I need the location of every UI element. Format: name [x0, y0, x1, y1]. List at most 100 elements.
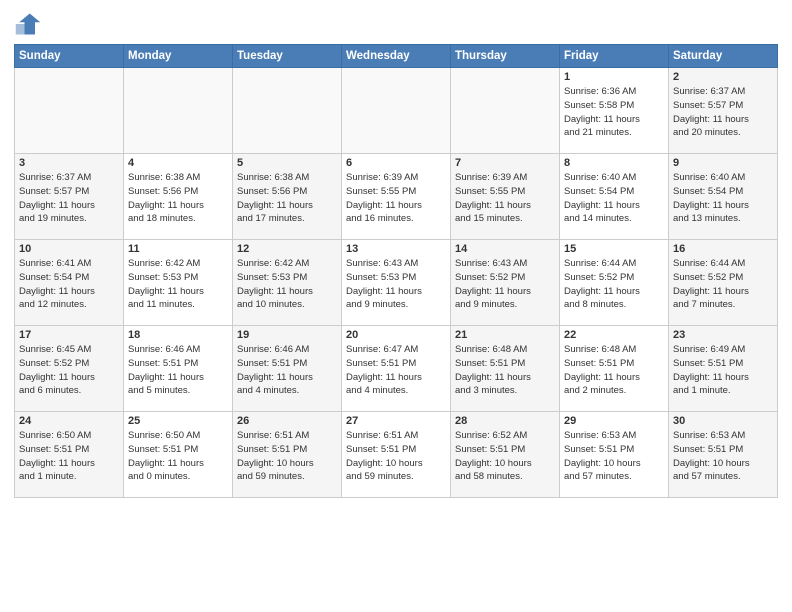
day-cell-30: 30 Sunrise: 6:53 AM Sunset: 5:51 PM Dayli…	[669, 412, 778, 498]
day-number: 27	[346, 415, 446, 427]
day-info: Sunrise: 6:37 AM Sunset: 5:57 PM Dayligh…	[673, 85, 773, 140]
day-number: 5	[237, 157, 337, 169]
day-cell-21: 21 Sunrise: 6:48 AM Sunset: 5:51 PM Dayli…	[451, 326, 560, 412]
day-cell-2: 2 Sunrise: 6:37 AM Sunset: 5:57 PM Daylig…	[669, 68, 778, 154]
calendar: SundayMondayTuesdayWednesdayThursdayFrid…	[14, 44, 778, 498]
weekday-header-sunday: Sunday	[15, 45, 124, 68]
day-info: Sunrise: 6:49 AM Sunset: 5:51 PM Dayligh…	[673, 343, 773, 398]
weekday-header-thursday: Thursday	[451, 45, 560, 68]
day-info: Sunrise: 6:52 AM Sunset: 5:51 PM Dayligh…	[455, 429, 555, 484]
day-info: Sunrise: 6:53 AM Sunset: 5:51 PM Dayligh…	[673, 429, 773, 484]
day-number: 23	[673, 329, 773, 341]
week-row-4: 17Sunrise: 6:45 AM Sunset: 5:52 PM Dayli…	[15, 326, 778, 412]
empty-cell	[342, 68, 451, 154]
day-info: Sunrise: 6:53 AM Sunset: 5:51 PM Dayligh…	[564, 429, 664, 484]
day-number: 16	[673, 243, 773, 255]
day-number: 14	[455, 243, 555, 255]
logo-icon	[14, 10, 42, 38]
week-row-1: 1 Sunrise: 6:36 AM Sunset: 5:58 PM Daylig…	[15, 68, 778, 154]
day-number: 4	[128, 157, 228, 169]
day-number: 20	[346, 329, 446, 341]
day-info: Sunrise: 6:42 AM Sunset: 5:53 PM Dayligh…	[128, 257, 228, 312]
weekday-header-row: SundayMondayTuesdayWednesdayThursdayFrid…	[15, 45, 778, 68]
day-info: Sunrise: 6:43 AM Sunset: 5:52 PM Dayligh…	[455, 257, 555, 312]
day-info: Sunrise: 6:47 AM Sunset: 5:51 PM Dayligh…	[346, 343, 446, 398]
week-row-5: 24 Sunrise: 6:50 AM Sunset: 5:51 PM Dayli…	[15, 412, 778, 498]
day-number: 21	[455, 329, 555, 341]
day-cell-10: 10 Sunrise: 6:41 AM Sunset: 5:54 PM Dayli…	[15, 240, 124, 326]
day-number: 9	[673, 157, 773, 169]
day-info: Sunrise: 6:50 AM Sunset: 5:51 PM Dayligh…	[19, 429, 119, 484]
day-info: Sunrise: 6:38 AM Sunset: 5:56 PM Dayligh…	[237, 171, 337, 226]
week-row-3: 10 Sunrise: 6:41 AM Sunset: 5:54 PM Dayli…	[15, 240, 778, 326]
day-number: 28	[455, 415, 555, 427]
day-number: 15	[564, 243, 664, 255]
day-number: 18	[128, 329, 228, 341]
day-cell-1: 1 Sunrise: 6:36 AM Sunset: 5:58 PM Daylig…	[560, 68, 669, 154]
weekday-header-friday: Friday	[560, 45, 669, 68]
day-cell-11: 11 Sunrise: 6:42 AM Sunset: 5:53 PM Dayli…	[124, 240, 233, 326]
day-cell-17: 17Sunrise: 6:45 AM Sunset: 5:52 PM Dayli…	[15, 326, 124, 412]
day-number: 25	[128, 415, 228, 427]
day-number: 11	[128, 243, 228, 255]
day-number: 24	[19, 415, 119, 427]
day-info: Sunrise: 6:40 AM Sunset: 5:54 PM Dayligh…	[564, 171, 664, 226]
day-cell-23: 23 Sunrise: 6:49 AM Sunset: 5:51 PM Dayli…	[669, 326, 778, 412]
day-cell-12: 12Sunrise: 6:42 AM Sunset: 5:53 PM Dayli…	[233, 240, 342, 326]
day-number: 1	[564, 71, 664, 83]
day-cell-8: 8 Sunrise: 6:40 AM Sunset: 5:54 PM Daylig…	[560, 154, 669, 240]
day-info: Sunrise: 6:38 AM Sunset: 5:56 PM Dayligh…	[128, 171, 228, 226]
day-cell-24: 24 Sunrise: 6:50 AM Sunset: 5:51 PM Dayli…	[15, 412, 124, 498]
day-info: Sunrise: 6:46 AM Sunset: 5:51 PM Dayligh…	[237, 343, 337, 398]
day-cell-28: 28 Sunrise: 6:52 AM Sunset: 5:51 PM Dayli…	[451, 412, 560, 498]
day-info: Sunrise: 6:44 AM Sunset: 5:52 PM Dayligh…	[673, 257, 773, 312]
day-info: Sunrise: 6:36 AM Sunset: 5:58 PM Dayligh…	[564, 85, 664, 140]
day-number: 10	[19, 243, 119, 255]
day-cell-15: 15 Sunrise: 6:44 AM Sunset: 5:52 PM Dayli…	[560, 240, 669, 326]
day-cell-25: 25 Sunrise: 6:50 AM Sunset: 5:51 PM Dayli…	[124, 412, 233, 498]
day-number: 22	[564, 329, 664, 341]
day-number: 12	[237, 243, 337, 255]
day-cell-9: 9 Sunrise: 6:40 AM Sunset: 5:54 PM Daylig…	[669, 154, 778, 240]
empty-cell	[15, 68, 124, 154]
day-number: 30	[673, 415, 773, 427]
day-number: 8	[564, 157, 664, 169]
empty-cell	[233, 68, 342, 154]
day-info: Sunrise: 6:39 AM Sunset: 5:55 PM Dayligh…	[455, 171, 555, 226]
day-info: Sunrise: 6:50 AM Sunset: 5:51 PM Dayligh…	[128, 429, 228, 484]
day-cell-7: 7 Sunrise: 6:39 AM Sunset: 5:55 PM Daylig…	[451, 154, 560, 240]
day-number: 2	[673, 71, 773, 83]
day-number: 29	[564, 415, 664, 427]
day-number: 3	[19, 157, 119, 169]
day-info: Sunrise: 6:41 AM Sunset: 5:54 PM Dayligh…	[19, 257, 119, 312]
day-info: Sunrise: 6:37 AM Sunset: 5:57 PM Dayligh…	[19, 171, 119, 226]
day-cell-6: 6Sunrise: 6:39 AM Sunset: 5:55 PM Daylig…	[342, 154, 451, 240]
day-number: 26	[237, 415, 337, 427]
day-number: 13	[346, 243, 446, 255]
week-row-2: 3 Sunrise: 6:37 AM Sunset: 5:57 PM Daylig…	[15, 154, 778, 240]
day-info: Sunrise: 6:40 AM Sunset: 5:54 PM Dayligh…	[673, 171, 773, 226]
day-info: Sunrise: 6:48 AM Sunset: 5:51 PM Dayligh…	[564, 343, 664, 398]
logo	[14, 10, 46, 38]
day-cell-22: 22 Sunrise: 6:48 AM Sunset: 5:51 PM Dayli…	[560, 326, 669, 412]
empty-cell	[451, 68, 560, 154]
day-number: 19	[237, 329, 337, 341]
day-info: Sunrise: 6:44 AM Sunset: 5:52 PM Dayligh…	[564, 257, 664, 312]
weekday-header-tuesday: Tuesday	[233, 45, 342, 68]
day-info: Sunrise: 6:48 AM Sunset: 5:51 PM Dayligh…	[455, 343, 555, 398]
page: SundayMondayTuesdayWednesdayThursdayFrid…	[0, 0, 792, 506]
day-cell-20: 20 Sunrise: 6:47 AM Sunset: 5:51 PM Dayli…	[342, 326, 451, 412]
day-cell-5: 5 Sunrise: 6:38 AM Sunset: 5:56 PM Daylig…	[233, 154, 342, 240]
day-cell-3: 3 Sunrise: 6:37 AM Sunset: 5:57 PM Daylig…	[15, 154, 124, 240]
weekday-header-monday: Monday	[124, 45, 233, 68]
day-cell-13: 13 Sunrise: 6:43 AM Sunset: 5:53 PM Dayli…	[342, 240, 451, 326]
day-info: Sunrise: 6:43 AM Sunset: 5:53 PM Dayligh…	[346, 257, 446, 312]
day-cell-19: 19 Sunrise: 6:46 AM Sunset: 5:51 PM Dayli…	[233, 326, 342, 412]
day-info: Sunrise: 6:39 AM Sunset: 5:55 PM Dayligh…	[346, 171, 446, 226]
weekday-header-wednesday: Wednesday	[342, 45, 451, 68]
day-cell-26: 26 Sunrise: 6:51 AM Sunset: 5:51 PM Dayli…	[233, 412, 342, 498]
day-number: 7	[455, 157, 555, 169]
empty-cell	[124, 68, 233, 154]
day-cell-14: 14 Sunrise: 6:43 AM Sunset: 5:52 PM Dayli…	[451, 240, 560, 326]
day-info: Sunrise: 6:51 AM Sunset: 5:51 PM Dayligh…	[237, 429, 337, 484]
